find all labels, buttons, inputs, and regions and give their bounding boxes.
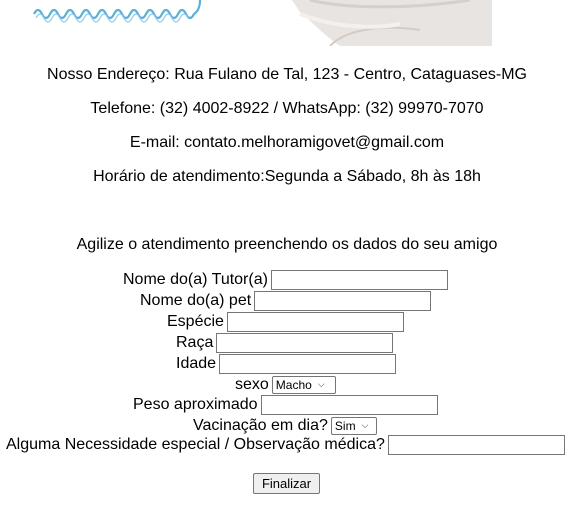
vaccine-select-value: Sim <box>334 418 356 433</box>
breed-label: Raça <box>176 333 214 351</box>
species-input[interactable] <box>226 311 404 332</box>
tutor-label: Nome do(a) Tutor(a) <box>123 270 268 288</box>
pet-name-input[interactable] <box>254 290 432 311</box>
age-row: Idade <box>176 353 397 374</box>
weight-label: Peso aproximado <box>133 395 258 413</box>
phone-text: Telefone: (32) 4002-8922 / WhatsApp: (32… <box>90 100 484 117</box>
species-row: Espécie <box>167 311 404 332</box>
pet-label: Nome do(a) pet <box>140 291 252 309</box>
chevron-down-icon: ⌵ <box>361 420 369 430</box>
breed-row: Raça <box>176 332 394 353</box>
vaccine-select[interactable]: Sim ⌵ <box>330 416 377 435</box>
species-label: Espécie <box>167 312 224 330</box>
age-input[interactable] <box>219 353 397 374</box>
age-label: Idade <box>176 354 217 372</box>
hero-image <box>0 0 574 46</box>
weight-row: Peso aproximado <box>133 394 438 415</box>
breed-input[interactable] <box>216 332 394 353</box>
sex-row: sexo Macho ⌵ <box>235 374 336 395</box>
form-intro: Agilize o atendimento preenchendo os dad… <box>76 236 498 253</box>
weight-input[interactable] <box>260 394 438 415</box>
vaccine-label: Vacinação em dia? <box>193 416 328 434</box>
address-text: Nosso Endereço: Rua Fulano de Tal, 123 -… <box>47 66 527 83</box>
notes-label: Alguma Necessidade especial / Observação… <box>6 435 385 453</box>
notes-row: Alguma Necessidade especial / Observação… <box>6 434 565 455</box>
sex-select-value: Macho <box>275 377 312 392</box>
tutor-row: Nome do(a) Tutor(a) <box>123 269 448 290</box>
email-text: E-mail: contato.melhoramigovet@gmail.com <box>129 134 445 151</box>
hours-text: Horário de atendimento:Segunda a Sábado,… <box>93 168 481 185</box>
vaccine-row: Vacinação em dia? Sim ⌵ <box>193 415 377 436</box>
notes-input[interactable] <box>387 434 565 455</box>
chevron-down-icon: ⌵ <box>317 379 325 389</box>
hero-illustration <box>0 0 574 46</box>
tutor-name-input[interactable] <box>270 269 448 290</box>
pet-row: Nome do(a) pet <box>140 290 432 311</box>
submit-button[interactable]: Finalizar <box>253 473 320 494</box>
sex-label: sexo <box>235 375 269 393</box>
sex-select[interactable]: Macho ⌵ <box>271 375 336 394</box>
